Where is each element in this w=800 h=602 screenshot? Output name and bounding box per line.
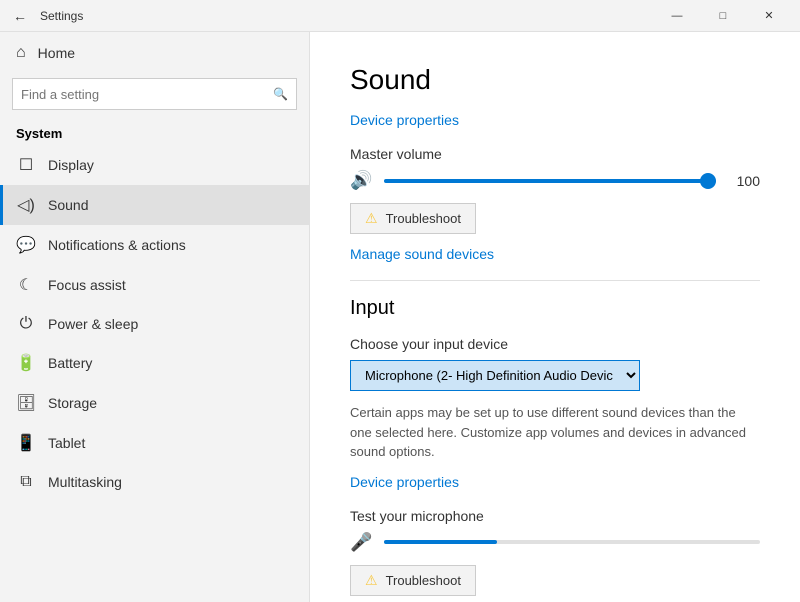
sidebar-item-tablet[interactable]: 📱 Tablet — [0, 423, 309, 463]
sidebar-item-storage[interactable]: 🗄 Storage — [0, 383, 309, 423]
mic-level-track — [384, 540, 760, 544]
multitasking-label: Multitasking — [48, 474, 122, 490]
back-button[interactable]: ← — [8, 4, 32, 28]
sidebar-item-focus[interactable]: ☾ Focus assist — [0, 265, 309, 305]
volume-icon: 🔊 — [350, 170, 372, 191]
focus-label: Focus assist — [48, 277, 126, 293]
troubleshoot-button[interactable]: ⚠ Troubleshoot — [350, 203, 476, 234]
notifications-label: Notifications & actions — [48, 237, 186, 253]
window-controls: — □ ✕ — [654, 0, 792, 32]
microphone-icon: 🎤 — [350, 532, 372, 553]
maximize-button[interactable]: □ — [700, 0, 746, 32]
sidebar-item-power[interactable]: ⏻ Power & sleep — [0, 305, 309, 343]
tablet-label: Tablet — [48, 435, 85, 451]
power-icon: ⏻ — [16, 315, 36, 333]
search-box: 🔍 — [12, 78, 297, 110]
sidebar-item-home[interactable]: ⌂ Home — [0, 32, 309, 74]
multitasking-icon: ⧉ — [16, 473, 36, 491]
volume-value: 100 — [728, 173, 760, 189]
mic-test-row: 🎤 — [350, 532, 760, 553]
search-icon: 🔍 — [273, 87, 288, 101]
mic-level-fill — [384, 540, 497, 544]
sidebar-section-title: System — [0, 118, 309, 145]
warning-icon: ⚠ — [365, 210, 378, 227]
storage-icon: 🗄 — [16, 393, 36, 413]
sound-icon: ◁) — [16, 195, 36, 215]
info-text: Certain apps may be set up to use differ… — [350, 403, 760, 462]
content-area: Sound Device properties Master volume 🔊 … — [310, 32, 800, 602]
manage-sound-devices-link[interactable]: Manage sound devices — [350, 246, 494, 262]
sound-label: Sound — [48, 197, 88, 213]
troubleshoot2-button[interactable]: ⚠ Troubleshoot — [350, 565, 476, 596]
divider — [350, 280, 760, 281]
warning2-icon: ⚠ — [365, 572, 378, 589]
page-title: Sound — [350, 64, 760, 96]
troubleshoot-label: Troubleshoot — [386, 211, 461, 226]
tablet-icon: 📱 — [16, 433, 36, 453]
master-volume-label: Master volume — [350, 146, 760, 162]
input-device-label: Choose your input device — [350, 336, 760, 352]
sidebar-item-battery[interactable]: 🔋 Battery — [0, 343, 309, 383]
power-label: Power & sleep — [48, 316, 138, 332]
input-heading: Input — [350, 297, 760, 320]
close-button[interactable]: ✕ — [746, 0, 792, 32]
storage-label: Storage — [48, 395, 97, 411]
battery-label: Battery — [48, 355, 92, 371]
mic-test-label: Test your microphone — [350, 508, 760, 524]
sidebar-item-notifications[interactable]: 💬 Notifications & actions — [0, 225, 309, 265]
titlebar-title: Settings — [40, 9, 83, 23]
display-label: Display — [48, 157, 94, 173]
volume-row: 🔊 100 — [350, 170, 760, 191]
home-label: Home — [38, 45, 75, 61]
home-icon: ⌂ — [16, 44, 26, 62]
sidebar: ⌂ Home 🔍 System ☐ Display ◁) Sound 💬 Not… — [0, 32, 310, 602]
volume-slider-container — [384, 171, 716, 191]
sidebar-item-multitasking[interactable]: ⧉ Multitasking — [0, 463, 309, 501]
input-device-select[interactable]: Microphone (2- High Definition Audio Dev… — [350, 360, 640, 391]
sidebar-item-display[interactable]: ☐ Display — [0, 145, 309, 185]
display-icon: ☐ — [16, 155, 36, 175]
focus-icon: ☾ — [16, 275, 36, 295]
titlebar: ← Settings — □ ✕ — [0, 0, 800, 32]
search-input[interactable] — [21, 87, 273, 102]
troubleshoot2-label: Troubleshoot — [386, 573, 461, 588]
main-layout: ⌂ Home 🔍 System ☐ Display ◁) Sound 💬 Not… — [0, 32, 800, 602]
notifications-icon: 💬 — [16, 235, 36, 255]
device-properties-link[interactable]: Device properties — [350, 112, 459, 128]
input-device-properties-link[interactable]: Device properties — [350, 474, 459, 490]
volume-slider[interactable] — [384, 179, 716, 183]
minimize-button[interactable]: — — [654, 0, 700, 32]
battery-icon: 🔋 — [16, 353, 36, 373]
sidebar-item-sound[interactable]: ◁) Sound — [0, 185, 309, 225]
